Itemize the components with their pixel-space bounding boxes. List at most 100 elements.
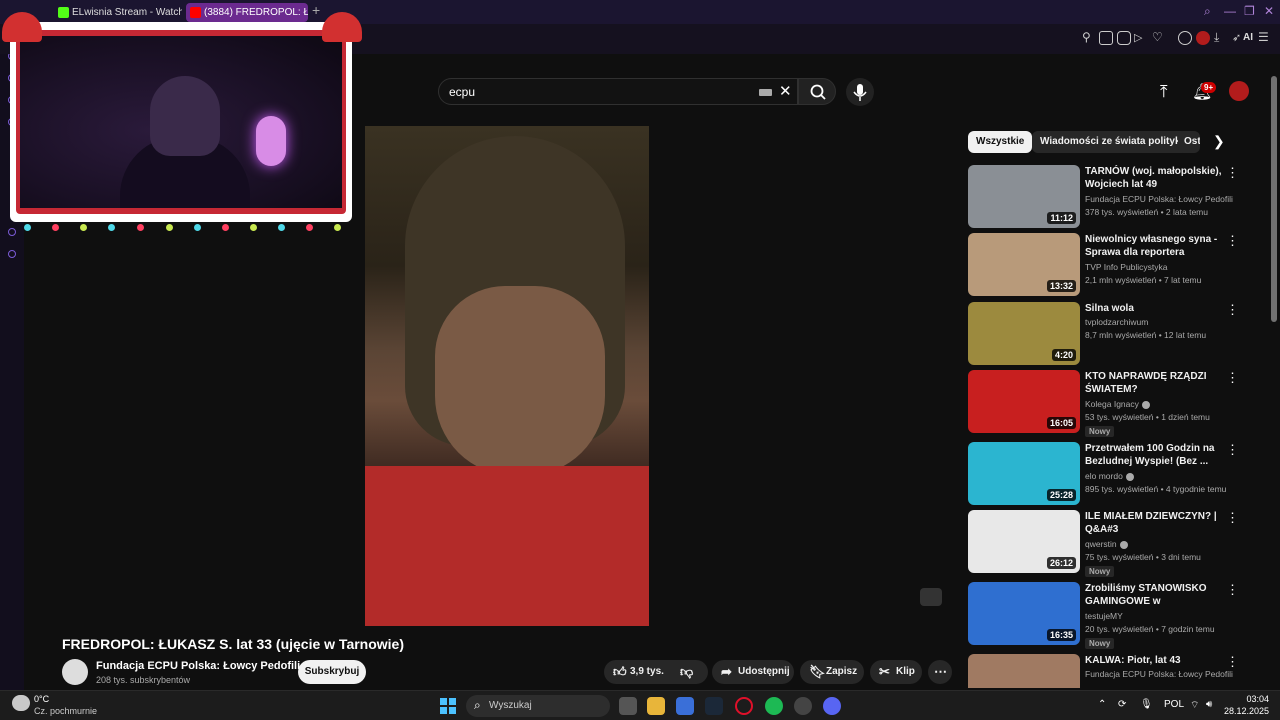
keyboard-icon[interactable] xyxy=(759,89,772,96)
weather-temperature[interactable]: 0°C xyxy=(34,694,49,704)
recommendation-title[interactable]: TARNÓW (woj. małopolskie), Wojciech lat … xyxy=(1085,165,1225,191)
menu-icon[interactable]: ☰ xyxy=(1258,30,1272,44)
video-thumbnail[interactable]: 26:12 xyxy=(968,510,1080,573)
more-options-icon[interactable]: ⋮ xyxy=(1226,233,1239,249)
search-button[interactable] xyxy=(798,78,836,105)
recommendation-channel[interactable]: TVP Info Publicystyka xyxy=(1085,262,1168,272)
recommendation-item[interactable]: 13:32 Niewolnicy własnego syna - Sprawa d… xyxy=(968,233,1240,297)
sync-icon[interactable]: ⟳ xyxy=(1118,699,1126,710)
sidebar-icon[interactable] xyxy=(8,228,16,236)
recommendation-channel[interactable]: qwerstin xyxy=(1085,539,1128,549)
maximize-button[interactable]: ❐ xyxy=(1244,4,1255,18)
recommendation-item[interactable]: 16:35 Zrobiliśmy STANOWISKO GAMINGOWE w S… xyxy=(968,582,1240,649)
recommendation-title[interactable]: KTO NAPRAWDĘ RZĄDZI ŚWIATEM? xyxy=(1085,370,1225,396)
microsoft-store-icon[interactable] xyxy=(676,697,694,715)
video-thumbnail[interactable]: 11:12 xyxy=(968,165,1080,228)
recommendation-title[interactable]: KALWA: Piotr, lat 43 xyxy=(1085,654,1225,667)
video-thumbnail[interactable]: 16:35 xyxy=(968,582,1080,645)
share-button[interactable]: ➦ Udostępnij xyxy=(712,660,794,684)
recommendation-channel[interactable]: elo mordo xyxy=(1085,471,1134,481)
more-options-icon[interactable]: ⋮ xyxy=(1226,370,1239,386)
recommendation-item[interactable]: 11:12 TARNÓW (woj. małopolskie), Wojciech… xyxy=(968,165,1240,229)
save-button[interactable]: 🔖︎ Zapisz xyxy=(800,660,864,684)
taskbar-search-box[interactable]: ⌕ Wyszukaj xyxy=(466,695,610,717)
recommendation-item[interactable]: 4:20 Silna wola tvplodzarchiwum 8,7 mln wyś… xyxy=(968,302,1240,366)
clip-button[interactable]: ✂ Klip xyxy=(870,660,922,684)
more-actions-button[interactable]: ⋯ xyxy=(928,660,952,684)
video-thumbnail[interactable]: 16:05 xyxy=(968,370,1080,433)
recommendation-channel[interactable]: tvplodzarchiwum xyxy=(1085,317,1148,327)
windows-start-icon[interactable] xyxy=(440,698,456,714)
recommendation-item[interactable]: 16:05 KTO NAPRAWDĘ RZĄDZI ŚWIATEM? Kolega … xyxy=(968,370,1240,437)
voice-search-button[interactable] xyxy=(846,78,874,106)
video-player[interactable] xyxy=(365,126,649,626)
wifi-icon[interactable]: ⌔ xyxy=(1190,699,1199,712)
tab-elwisnia-stream[interactable]: ELwisnia Stream - Watch L xyxy=(54,3,182,22)
account-avatar[interactable] xyxy=(1229,81,1249,101)
recommendation-channel[interactable]: Fundacja ECPU Polska: Łowcy Pedofili xyxy=(1085,194,1233,204)
page-scrollbar[interactable] xyxy=(1271,76,1277,322)
search-tabs-icon[interactable]: ⌕ xyxy=(1204,4,1211,19)
thumbs-down-icon[interactable]: 👎︎ xyxy=(680,660,693,684)
chip-all[interactable]: Wszystkie xyxy=(968,131,1033,153)
discord-icon[interactable] xyxy=(823,697,841,715)
weather-cloud-icon[interactable] xyxy=(12,695,30,711)
thumbs-up-icon[interactable]: 👍︎ xyxy=(613,660,627,684)
heart-icon[interactable]: ♡ xyxy=(1152,30,1166,44)
profile-icon[interactable] xyxy=(1196,31,1210,45)
video-thumbnail[interactable]: 25:28 xyxy=(968,442,1080,505)
opera-gx-icon[interactable] xyxy=(735,697,753,715)
channel-watermark[interactable] xyxy=(920,588,942,606)
chevron-right-icon[interactable]: ❯ xyxy=(1213,133,1225,150)
spotify-icon[interactable] xyxy=(765,697,783,715)
clock-time[interactable]: 03:04 xyxy=(1229,694,1269,704)
recommendation-channel[interactable]: Kolega Ignacy xyxy=(1085,399,1150,409)
recommendation-title[interactable]: Zrobiliśmy STANOWISKO GAMINGOWE w SAMOCH… xyxy=(1085,582,1225,608)
recommendation-title[interactable]: Niewolnicy własnego syna - Sprawa dla re… xyxy=(1085,233,1225,259)
clock-date[interactable]: 28.12.2025 xyxy=(1215,706,1269,716)
recommendation-item[interactable]: KALWA: Piotr, lat 43 Fundacja ECPU Polska… xyxy=(968,654,1240,688)
snapshot-icon[interactable] xyxy=(1099,31,1113,45)
channel-name[interactable]: Fundacja ECPU Polska: Łowcy Pedofili xyxy=(96,660,300,672)
pin-icon[interactable]: ⚲ xyxy=(1082,30,1096,44)
chip-politics-news[interactable]: Wiadomości ze świata polityki xyxy=(1032,131,1192,153)
recommendation-item[interactable]: 26:12 ILE MIAŁEM DZIEWCZYN? | Q&A#3 qwerst… xyxy=(968,510,1240,577)
extensions-icon[interactable] xyxy=(1178,31,1192,45)
recommendation-title[interactable]: Przetrwałem 100 Godzin na Bezludnej Wysp… xyxy=(1085,442,1225,468)
channel-avatar[interactable] xyxy=(62,659,88,685)
clear-search-icon[interactable]: ✕ xyxy=(779,82,792,100)
play-icon[interactable]: ▷ xyxy=(1134,31,1148,45)
task-view-icon[interactable] xyxy=(619,697,637,715)
file-explorer-icon[interactable] xyxy=(647,697,665,715)
microphone-icon[interactable]: 🎙︎ xyxy=(1140,699,1153,710)
steam-icon[interactable] xyxy=(705,697,723,715)
minimize-button[interactable]: — xyxy=(1224,4,1236,18)
recommendation-item[interactable]: 25:28 Przetrwałem 100 Godzin na Bezludnej… xyxy=(968,442,1240,506)
recommendation-title[interactable]: Silna wola xyxy=(1085,302,1225,315)
new-tab-button[interactable]: + xyxy=(312,2,320,18)
volume-icon[interactable]: 🔊︎ xyxy=(1206,699,1212,710)
weather-description[interactable]: Cz. pochmurnie xyxy=(34,706,97,716)
more-options-icon[interactable]: ⋮ xyxy=(1226,302,1239,318)
video-thumbnail[interactable]: 13:32 xyxy=(968,233,1080,296)
shield-icon[interactable] xyxy=(1117,31,1131,45)
more-options-icon[interactable]: ⋮ xyxy=(1226,442,1239,458)
close-window-button[interactable]: ✕ xyxy=(1264,4,1274,18)
settings-icon[interactable] xyxy=(8,250,16,258)
tab-youtube-video[interactable]: (3884) FREDROPOL: Ł xyxy=(186,3,308,22)
chip-recent[interactable]: Ost xyxy=(1178,131,1200,153)
more-options-icon[interactable]: ⋮ xyxy=(1226,510,1239,526)
obs-icon[interactable] xyxy=(794,697,812,715)
like-count[interactable]: 3,9 tys. xyxy=(630,660,664,684)
more-options-icon[interactable]: ⋮ xyxy=(1226,654,1239,670)
upload-icon[interactable]: ⤒ xyxy=(1160,82,1168,102)
recommendation-channel[interactable]: Fundacja ECPU Polska: Łowcy Pedofili xyxy=(1085,669,1233,679)
ai-button[interactable]: AI xyxy=(1243,32,1253,43)
recommendation-title[interactable]: ILE MIAŁEM DZIEWCZYN? | Q&A#3 xyxy=(1085,510,1225,536)
video-thumbnail[interactable] xyxy=(968,654,1080,688)
subscribe-button[interactable]: Subskrybuj xyxy=(298,660,366,684)
language-indicator[interactable]: POL xyxy=(1164,699,1184,710)
recommendation-channel[interactable]: testujeMY xyxy=(1085,611,1123,621)
video-thumbnail[interactable]: 4:20 xyxy=(968,302,1080,365)
download-icon[interactable]: ⤓ xyxy=(1214,30,1228,44)
